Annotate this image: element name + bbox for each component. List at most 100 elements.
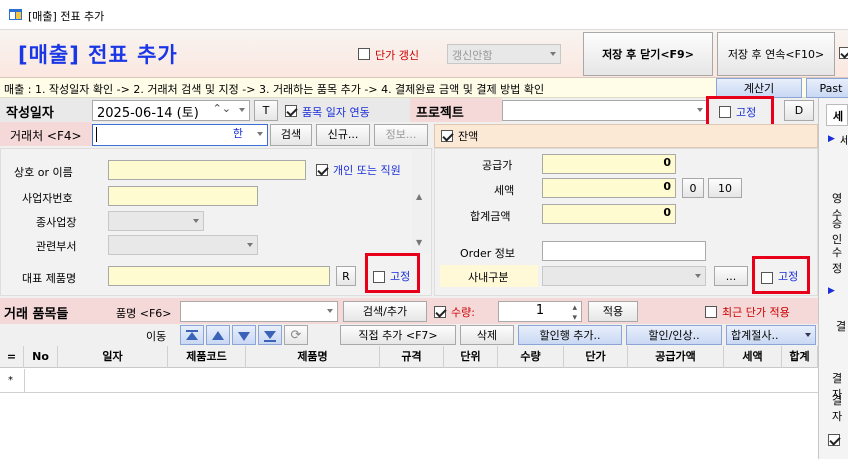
ime-indicator: 한 xyxy=(232,127,243,140)
rep-product-r-button[interactable]: R xyxy=(336,266,356,286)
client-info-button[interactable]: 정보... xyxy=(374,124,428,146)
client-new-button[interactable]: 신규... xyxy=(316,124,370,146)
qty-checkbox[interactable] xyxy=(434,305,446,318)
discount-raise-button[interactable]: 할인/인상.. xyxy=(626,325,722,345)
bizno-label: 사업자번호 xyxy=(22,192,73,205)
move-bottom-button[interactable] xyxy=(258,325,282,345)
project-fixed-checkbox[interactable] xyxy=(719,105,731,118)
save-continue-button[interactable]: 저장 후 연속<F10> xyxy=(717,32,835,76)
col-qty[interactable]: 수량 xyxy=(498,346,564,368)
col-spec[interactable]: 규격 xyxy=(380,346,444,368)
branch-select[interactable] xyxy=(108,211,204,231)
col-no[interactable]: No xyxy=(24,346,58,368)
right-panel-arrow-icon[interactable]: ▶ xyxy=(828,134,835,144)
product-input[interactable] xyxy=(180,301,338,322)
calculator-button[interactable]: 계산기 xyxy=(716,78,802,98)
rep-fixed-checkbox[interactable] xyxy=(373,270,385,283)
direct-add-button[interactable]: 직접 추가 <F7> xyxy=(340,325,456,345)
client-input[interactable]: 한 xyxy=(92,124,268,146)
date-label: 작성일자 xyxy=(6,106,54,121)
col-price[interactable]: 단가 xyxy=(564,346,628,368)
col-unit[interactable]: 단위 xyxy=(444,346,498,368)
col-product-name[interactable]: 제품명 xyxy=(246,346,380,368)
name-input[interactable] xyxy=(108,160,306,180)
branch-label: 종사업장 xyxy=(36,216,77,229)
move-label: 이동 xyxy=(146,330,167,343)
price-update-label: 단가 갱신 xyxy=(375,49,419,62)
order-label: Order 정보 xyxy=(460,247,515,260)
right-panel-label-1: 세 xyxy=(840,134,848,147)
window-titlebar: [매출] 전표 추가 xyxy=(0,0,848,30)
col-total[interactable]: 합계 xyxy=(782,346,818,368)
dept-label: 관련부서 xyxy=(36,240,77,253)
balance-checkbox[interactable] xyxy=(441,129,453,142)
total-input[interactable]: 0 xyxy=(542,204,676,224)
rep-fixed-label: 고정 xyxy=(390,270,411,283)
balance-label: 잔액 xyxy=(458,130,479,143)
col-tax[interactable]: 세액 xyxy=(724,346,782,368)
qty-spin-icon[interactable]: ▴ ▾ xyxy=(572,303,577,323)
internal-dots-button[interactable]: ... xyxy=(714,266,748,286)
right-panel-arrow-icon-2[interactable]: ▶ xyxy=(828,286,835,296)
col-selector[interactable]: = xyxy=(0,346,24,368)
tax-label: 세액 xyxy=(494,184,515,197)
recent-price-checkbox[interactable] xyxy=(705,305,717,318)
form-header: [매출] 전표 추가 단가 갱신 갱신안함 저장 후 닫기<F9> 저장 후 연… xyxy=(0,30,848,78)
text-cursor xyxy=(96,127,97,142)
tax-zero-button[interactable]: 0 xyxy=(682,178,704,198)
bizno-input[interactable] xyxy=(108,186,258,206)
new-row-marker: * xyxy=(8,375,13,386)
right-panel-tab[interactable]: 세 xyxy=(826,104,848,126)
discount-add-button[interactable]: 할인행 추가.. xyxy=(518,325,622,345)
client-label: 거래처 <F4> xyxy=(10,129,82,143)
right-panel-label-4: 수정 xyxy=(832,246,843,275)
move-up-button[interactable] xyxy=(206,325,230,345)
col-supply-amount[interactable]: 공급가액 xyxy=(628,346,724,368)
personal-checkbox[interactable] xyxy=(316,163,328,176)
save-close-button[interactable]: 저장 후 닫기<F9> xyxy=(583,32,713,76)
move-top-button[interactable] xyxy=(180,325,204,345)
supply-input[interactable]: 0 xyxy=(542,154,676,174)
grid-new-row[interactable]: * xyxy=(0,369,818,393)
price-update-checkbox[interactable] xyxy=(358,47,370,60)
internal-select[interactable] xyxy=(542,266,706,286)
refresh-button[interactable]: ⟳ xyxy=(284,325,308,345)
tax-ten-button[interactable]: 10 xyxy=(708,178,742,198)
round-button[interactable]: 합계절사.. xyxy=(726,325,816,345)
move-top-icon xyxy=(186,330,198,340)
internal-fixed-label: 고정 xyxy=(778,270,799,283)
window-title: [매출] 전표 추가 xyxy=(28,10,105,23)
refresh-icon: ⟳ xyxy=(290,328,302,343)
personal-label: 개인 또는 직원 xyxy=(333,164,401,177)
price-update-select[interactable]: 갱신안함 xyxy=(447,44,561,64)
form-scrollbar[interactable]: ▲ ▼ xyxy=(412,150,430,254)
move-down-button[interactable] xyxy=(232,325,256,345)
order-input[interactable] xyxy=(542,241,706,261)
today-button[interactable]: T xyxy=(254,100,278,121)
move-down-icon xyxy=(238,332,250,341)
tax-input[interactable]: 0 xyxy=(542,178,676,198)
right-panel-checkbox[interactable] xyxy=(828,433,840,446)
col-product-code[interactable]: 제품코드 xyxy=(168,346,246,368)
step-guide-text: 매출 : 1. 작성일자 확인 -> 2. 거래처 검색 및 지정 -> 3. … xyxy=(4,83,545,96)
paste-button[interactable]: Past xyxy=(806,78,848,98)
extra-checkbox[interactable] xyxy=(839,46,848,59)
client-search-button[interactable]: 검색 xyxy=(270,124,312,146)
grid-header: = No 일자 제품코드 제품명 규격 단위 수량 단가 공급가액 세액 합계 xyxy=(0,346,818,368)
project-fixed-label: 고정 xyxy=(736,106,757,119)
project-d-button[interactable]: D xyxy=(784,100,814,121)
apply-button[interactable]: 적용 xyxy=(588,301,638,322)
project-select[interactable] xyxy=(502,100,708,121)
rep-product-label: 대표 제품명 xyxy=(22,272,77,285)
rep-product-input[interactable] xyxy=(108,266,330,286)
col-date[interactable]: 일자 xyxy=(58,346,168,368)
item-date-link-checkbox[interactable] xyxy=(285,104,297,117)
search-add-button[interactable]: 검색/추가 xyxy=(343,301,427,322)
delete-button[interactable]: 삭제 xyxy=(460,325,514,345)
date-input[interactable]: 2025-06-14 (토) ⌃⌄ xyxy=(92,100,250,121)
dept-select[interactable] xyxy=(108,235,258,255)
balance-header xyxy=(434,124,818,148)
internal-fixed-checkbox[interactable] xyxy=(761,271,773,284)
qty-input[interactable]: 1 ▴ ▾ xyxy=(498,301,582,323)
date-spin-icon[interactable]: ⌃⌄ xyxy=(213,102,231,115)
